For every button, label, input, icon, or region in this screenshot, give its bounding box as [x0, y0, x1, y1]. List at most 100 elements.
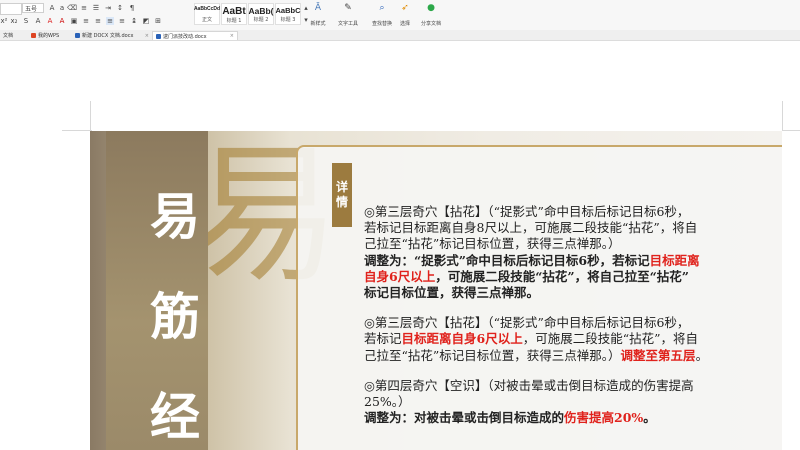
show-marks-icon[interactable]: ¶	[128, 4, 136, 12]
font-effect-icon[interactable]: A	[34, 17, 42, 25]
style-heading-3[interactable]: AaBbC 标题 3	[275, 3, 301, 25]
find-replace-label: 查找替换	[371, 21, 392, 27]
ribbon-toolbar: 五号 A a ⌫ ≡ ☰ ⇥ ↕ ¶ x² x₂ S A A A ▣ ≡ ≡ ≡…	[0, 0, 800, 31]
patch-notes: ◎第三层奇穴【拈花】（“捉影式”命中目标后标记目标6秒， 若标记目标距离自身8尺以…	[364, 204, 774, 440]
highlight-icon[interactable]: A	[46, 17, 54, 25]
note-line: ◎第三层奇穴【拈花】（“捉影式”命中目标后标记目标6秒，	[364, 204, 774, 220]
note-text: ，可施展二段技能“拈花”，将自	[522, 331, 699, 347]
font-color-icon[interactable]: A	[58, 17, 66, 25]
note-text: 己拉至“拈花”标记目标位置，获得三点禅那。）	[364, 236, 621, 252]
share-doc-button[interactable]: ● 分享文档	[420, 3, 442, 27]
text-tools-button[interactable]: ✎ 文字工具	[334, 3, 362, 27]
doc-file-icon	[75, 33, 80, 38]
superscript-icon[interactable]: x²	[0, 17, 8, 25]
tag-char: 详	[335, 180, 348, 194]
note-text: ◎第三层奇穴【拈花】（“捉影式”命中目标后标记目标6秒，	[364, 315, 690, 331]
share-icon: ●	[427, 3, 435, 13]
tab-docs[interactable]: 文档	[0, 31, 26, 40]
wps-logo-icon	[31, 33, 36, 38]
number-list-icon[interactable]: ☰	[92, 4, 100, 12]
clear-format-icon[interactable]: ⌫	[67, 4, 77, 12]
note-text: 。	[643, 410, 656, 426]
bullet-list-icon[interactable]: ≡	[80, 4, 88, 12]
strikethrough-icon[interactable]: S	[22, 17, 30, 25]
margin-guide	[90, 101, 91, 131]
tab-active-docx[interactable]: 逮门派技改动.docx ×	[152, 31, 238, 40]
highlight-text: 自身6尺以上	[364, 268, 436, 284]
note-text: 标记目标位置，获得三点禅那。	[364, 285, 540, 301]
document-tab-bar: 文档 我的WPS 新建 DOCX 文档.docx × 逮门派技改动.docx ×	[0, 30, 800, 41]
new-style-icon: Ā	[314, 3, 322, 13]
style-preview: AaBb(	[248, 6, 274, 16]
select-label: 选择	[399, 21, 410, 27]
note-text: ，可施展二段技能“拈花”，将自己拉至“拈花”	[435, 268, 689, 284]
new-style-label: 新样式	[310, 21, 326, 27]
line-spacing-icon[interactable]: ↨	[130, 17, 138, 25]
close-tab-icon[interactable]: ×	[230, 33, 234, 39]
share-doc-label: 分享文档	[420, 21, 441, 27]
note-paragraph: ◎第三层奇穴【拈花】（“捉影式”命中目标后标记目标6秒， 若标记目标距离自身8尺以…	[364, 204, 774, 301]
style-preview: AaBbC	[275, 6, 301, 15]
note-line: 自身6尺以上，可施展二段技能“拈花”，将自己拉至“拈花”	[364, 269, 774, 285]
select-button[interactable]: ➶ 选择	[396, 3, 414, 27]
text-tools-label: 文字工具	[337, 21, 358, 27]
align-right-icon[interactable]: ≡	[106, 17, 114, 25]
highlight-text: 调整至第五层	[620, 347, 696, 363]
shrink-font-icon[interactable]: a	[58, 4, 66, 12]
justify-icon[interactable]: ≡	[118, 17, 126, 25]
tag-char: 情	[335, 195, 348, 209]
note-text: 调整为：对被击晕或击倒目标造成的	[364, 410, 565, 426]
highlight-text: 目标距离	[649, 252, 700, 268]
note-text: 调整为：“捉影式”命中目标后标记目标6秒，若标记	[364, 252, 650, 268]
note-line: ◎第三层奇穴【拈花】（“捉影式”命中目标后标记目标6秒，	[364, 315, 774, 331]
style-label: 标题 2	[253, 17, 269, 23]
tab-label: 逮门派技改动.docx	[163, 33, 207, 40]
align-center-icon[interactable]: ≡	[94, 17, 102, 25]
style-heading-1[interactable]: AaBt 标题 1	[221, 3, 247, 25]
new-style-button[interactable]: Ā 新样式	[308, 3, 328, 27]
style-normal[interactable]: AaBbCcDd 正文	[194, 3, 220, 25]
font-size-select[interactable]: 五号	[22, 3, 44, 13]
close-tab-icon[interactable]: ×	[145, 33, 149, 39]
font-name-select[interactable]	[0, 3, 22, 15]
note-line: 标记目标位置，获得三点禅那。	[364, 285, 774, 301]
tab-label: 我的WPS	[38, 33, 60, 39]
embedded-image[interactable]: 易 易 筋 经 详 情 ◎第三层奇穴【拈花】（“捉影式”命中目标后标记目标6秒，…	[90, 131, 782, 450]
grow-font-icon[interactable]: A	[48, 4, 56, 12]
text-tools-icon: ✎	[344, 3, 352, 13]
margin-guide	[62, 130, 92, 131]
find-replace-button[interactable]: ⌕ 查找替换	[370, 3, 394, 27]
cursor-arrow-icon: ➶	[401, 3, 409, 13]
style-preview: AaBbCcDd	[193, 6, 221, 12]
title-banner: 易 筋 经	[106, 131, 208, 450]
magnifier-icon: ⌕	[379, 3, 385, 13]
note-line: 若标记目标距离自身6尺以上，可施展二段技能“拈花”，将自	[364, 331, 774, 347]
subscript-icon[interactable]: x₂	[10, 17, 18, 25]
note-line: 己拉至“拈花”标记目标位置，获得三点禅那。）调整至第五层。	[364, 348, 774, 364]
align-left-icon[interactable]: ≡	[82, 17, 90, 25]
sort-icon[interactable]: ↕	[116, 4, 124, 12]
note-line: 己拉至“拈花”标记目标位置，获得三点禅那。）	[364, 236, 774, 252]
indent-icon[interactable]: ⇥	[104, 4, 112, 12]
note-line: ◎第四层奇穴【空识】（对被击晕或击倒目标造成的伤害提高	[364, 378, 774, 394]
tab-new-docx[interactable]: 新建 DOCX 文档.docx ×	[72, 31, 152, 40]
note-text: ◎第三层奇穴【拈花】（“捉影式”命中目标后标记目标6秒，	[364, 204, 690, 219]
note-text: 。	[695, 347, 709, 363]
border-icon[interactable]: ⊞	[154, 17, 162, 25]
document-canvas[interactable]: 易 易 筋 经 详 情 ◎第三层奇穴【拈花】（“捉影式”命中目标后标记目标6秒，…	[0, 41, 800, 450]
shading-icon[interactable]: ◩	[142, 17, 150, 25]
details-tag: 详 情	[332, 163, 352, 227]
style-heading-2[interactable]: AaBb( 标题 2	[248, 3, 274, 25]
note-line: 若标记目标距离自身8尺以上，可施展二段技能“拈花”，将自	[364, 220, 774, 236]
tab-label: 新建 DOCX 文档.docx	[82, 33, 134, 39]
style-label: 标题 1	[226, 18, 242, 24]
margin-guide	[782, 101, 783, 131]
note-paragraph: ◎第四层奇穴【空识】（对被击晕或击倒目标造成的伤害提高 25%。） 调整为：对被击晕…	[364, 378, 774, 427]
char-border-icon[interactable]: ▣	[70, 17, 78, 25]
tab-my-wps[interactable]: 我的WPS	[28, 31, 70, 40]
font-size-value: 五号	[25, 5, 38, 13]
title-char: 筋	[150, 287, 200, 346]
highlight-text: 目标距离自身6尺以上	[401, 331, 523, 347]
note-line: 25%。）	[364, 394, 774, 410]
style-label: 标题 3	[280, 17, 296, 23]
